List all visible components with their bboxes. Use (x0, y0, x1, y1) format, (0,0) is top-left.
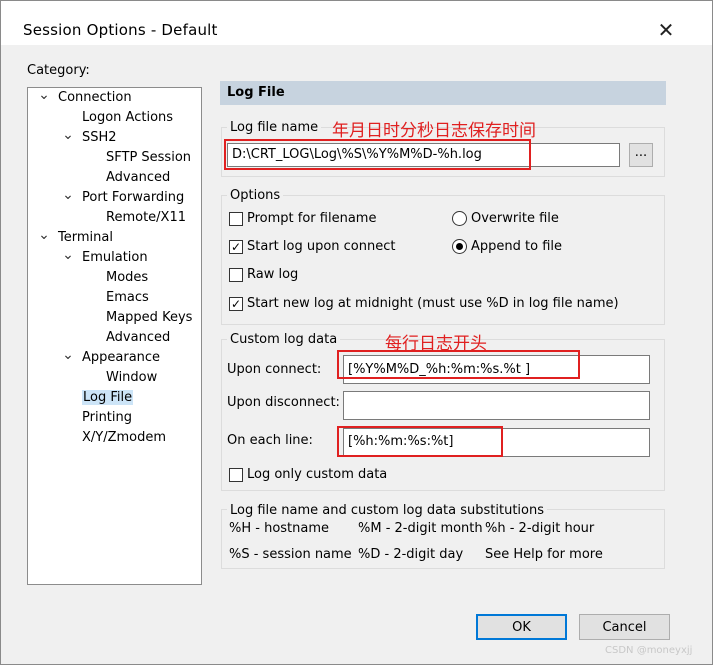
sub-hour: %h - 2-digit hour (485, 521, 595, 536)
overwrite-radio[interactable] (452, 211, 467, 226)
append-label: Append to file (471, 239, 562, 254)
tree-item[interactable]: Emacs (106, 290, 149, 305)
window-title: Session Options - Default (23, 21, 218, 39)
sub-hostname: %H - hostname (229, 521, 330, 536)
each-line-input[interactable]: [%h:%m:%s:%t] (343, 428, 650, 457)
start-on-connect-label: Start log upon connect (247, 239, 396, 254)
tree-item[interactable]: Printing (82, 410, 132, 425)
options-label: Options (227, 188, 284, 203)
only-custom-label: Log only custom data (247, 467, 388, 482)
raw-log-label: Raw log (247, 267, 299, 282)
sub-help: See Help for more (485, 547, 603, 562)
chevron-down-icon[interactable]: ⌄ (38, 227, 50, 243)
raw-log-checkbox[interactable] (229, 268, 243, 282)
tree-item[interactable]: Log File (82, 390, 134, 405)
upon-connect-input[interactable]: [%Y%M%D_%h:%m:%s.%t ] (343, 355, 650, 384)
close-icon[interactable]: ✕ (651, 15, 681, 45)
annotation-line-prefix: 每行日志开头 (385, 334, 487, 354)
sub-month: %M - 2-digit month (358, 521, 483, 536)
watermark: CSDN @moneyxjj (605, 645, 693, 656)
midnight-label: Start new log at midnight (must use %D i… (247, 296, 619, 311)
category-tree[interactable]: ⌄ Connection Logon Actions ⌄ SSH2 SFTP Sessio… (27, 87, 202, 585)
tree-item[interactable]: Emulation (82, 250, 148, 265)
only-custom-checkbox[interactable] (229, 468, 243, 482)
overwrite-label: Overwrite file (471, 211, 559, 226)
radio-dot (456, 243, 463, 250)
tree-item[interactable]: Window (106, 370, 157, 385)
tree-item[interactable]: Appearance (82, 350, 160, 365)
tree-item[interactable]: X/Y/Zmodem (82, 430, 166, 445)
upon-disconnect-input[interactable] (343, 391, 650, 420)
tree-item[interactable]: Modes (106, 270, 148, 285)
tree-item[interactable]: Mapped Keys (106, 310, 192, 325)
session-options-dialog: Session Options - Default ✕ Category: ⌄ C… (0, 0, 713, 665)
tree-item[interactable]: Connection (58, 90, 132, 105)
start-on-connect-checkbox[interactable]: ✓ (229, 240, 243, 254)
title-bar: Session Options - Default ✕ (1, 1, 712, 45)
tree-item[interactable]: SFTP Session (106, 150, 191, 165)
chevron-down-icon[interactable]: ⌄ (62, 127, 74, 143)
upon-connect-label: Upon connect: (227, 362, 322, 377)
substitutions-label: Log file name and custom log data substi… (227, 503, 547, 518)
log-file-name-label: Log file name (227, 120, 322, 135)
panel-header-title: Log File (227, 85, 285, 100)
prompt-checkbox[interactable] (229, 212, 243, 226)
tree-item[interactable]: Advanced (106, 330, 170, 345)
sub-day: %D - 2-digit day (358, 547, 464, 562)
upon-disconnect-label: Upon disconnect: (227, 395, 340, 410)
annotation-log-name: 年月日时分秒日志保存时间 (332, 121, 536, 141)
panel-header: Log File (220, 81, 666, 105)
log-file-name-input[interactable]: D:\CRT_LOG\Log\%S\%Y%M%D-%h.log (227, 143, 620, 167)
cancel-button[interactable]: Cancel (579, 614, 670, 640)
each-line-label: On each line: (227, 433, 313, 448)
chevron-down-icon[interactable]: ⌄ (38, 87, 50, 103)
tree-item[interactable]: Port Forwarding (82, 190, 184, 205)
append-radio[interactable] (452, 239, 467, 254)
tree-item[interactable]: Remote/X11 (106, 210, 186, 225)
sub-session: %S - session name (229, 547, 352, 562)
tree-item[interactable]: Advanced (106, 170, 170, 185)
chevron-down-icon[interactable]: ⌄ (62, 247, 74, 263)
custom-log-label: Custom log data (227, 332, 341, 347)
midnight-checkbox[interactable]: ✓ (229, 297, 243, 311)
tree-item[interactable]: Logon Actions (82, 110, 173, 125)
chevron-down-icon[interactable]: ⌄ (62, 347, 74, 363)
chevron-down-icon[interactable]: ⌄ (62, 187, 74, 203)
tree-item[interactable]: Terminal (58, 230, 113, 245)
ok-button[interactable]: OK (476, 614, 567, 640)
browse-button[interactable]: ... (629, 143, 653, 167)
prompt-label: Prompt for filename (247, 211, 377, 226)
tree-item[interactable]: SSH2 (82, 130, 117, 145)
category-label: Category: (27, 63, 90, 78)
